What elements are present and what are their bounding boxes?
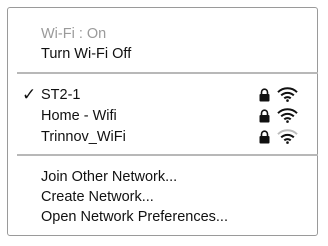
network-name: Trinnov_WiFi: [41, 129, 126, 145]
create-network-item[interactable]: Create Network...: [41, 187, 154, 207]
lock-icon: [259, 88, 270, 102]
wifi-status-label: Wi-Fi : On: [41, 26, 107, 42]
network-name: ST2-1: [41, 87, 81, 103]
wifi-signal-medium-icon: [277, 129, 298, 144]
wifi-signal-full-icon: [277, 108, 298, 123]
checkmark-icon: ✓: [22, 85, 37, 105]
join-other-network-item[interactable]: Join Other Network...: [41, 167, 177, 187]
network-name: Home - Wifi: [41, 108, 117, 124]
wifi-signal-full-icon: [277, 87, 298, 102]
menu-separator: [17, 154, 318, 156]
lock-icon: [259, 130, 270, 144]
lock-icon: [259, 109, 270, 123]
turn-wifi-off-item[interactable]: Turn Wi-Fi Off: [41, 44, 131, 64]
open-network-preferences-item[interactable]: Open Network Preferences...: [41, 207, 228, 227]
wifi-menu: Wi-Fi : On Turn Wi-Fi Off ✓ ST2-1 Home -…: [7, 7, 318, 236]
menu-separator: [17, 72, 318, 74]
